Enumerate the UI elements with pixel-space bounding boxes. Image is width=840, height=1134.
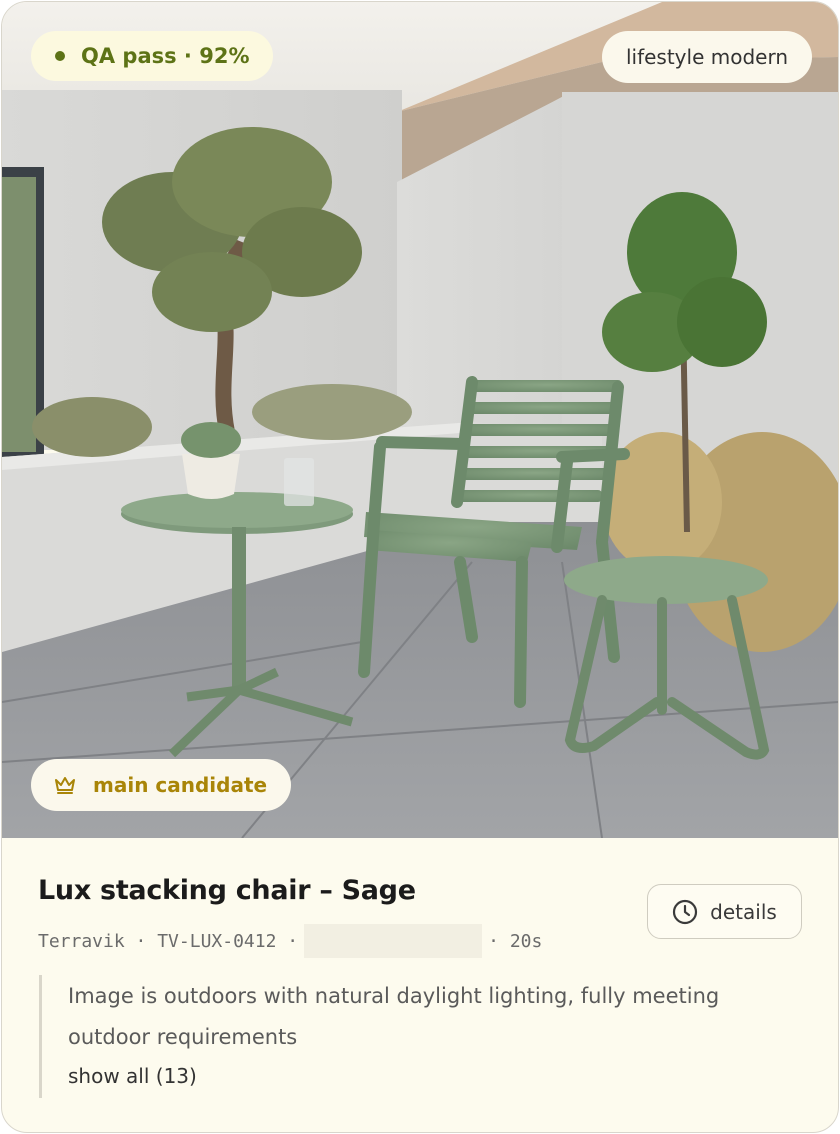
qa-pass-label: QA pass · 92% xyxy=(81,44,250,68)
duration: 20s xyxy=(509,930,543,952)
main-candidate-badge: main candidate xyxy=(31,759,292,811)
status-dot-icon xyxy=(55,51,65,61)
details-button[interactable]: details xyxy=(647,884,802,939)
qa-note: Image is outdoors with natural daylight … xyxy=(39,975,779,1098)
show-all-link[interactable]: show all (13) xyxy=(68,1064,779,1088)
product-card[interactable]: QA pass · 92% lifestyle modern main cand… xyxy=(1,1,839,1133)
product-meta: Terravik · TV-LUX-0412 · · 20s xyxy=(38,924,542,958)
redacted-field xyxy=(304,924,483,958)
product-photo[interactable] xyxy=(2,2,838,838)
qa-note-text: Image is outdoors with natural daylight … xyxy=(68,984,720,1049)
brand-name: Terravik xyxy=(38,930,125,952)
crown-icon xyxy=(55,777,75,794)
style-tag[interactable]: lifestyle modern xyxy=(601,31,812,83)
clock-icon xyxy=(673,899,698,924)
meta-separator: · xyxy=(488,930,510,952)
qa-pass-badge: QA pass · 92% xyxy=(31,31,274,81)
product-sku: TV-LUX-0412 xyxy=(157,930,277,952)
main-candidate-label: main candidate xyxy=(93,773,268,797)
meta-separator: · xyxy=(276,930,299,952)
meta-separator: · xyxy=(124,930,158,952)
product-title: Lux stacking chair – Sage xyxy=(38,875,416,906)
style-tag-label: lifestyle modern xyxy=(625,45,788,69)
details-label: details xyxy=(710,899,777,924)
